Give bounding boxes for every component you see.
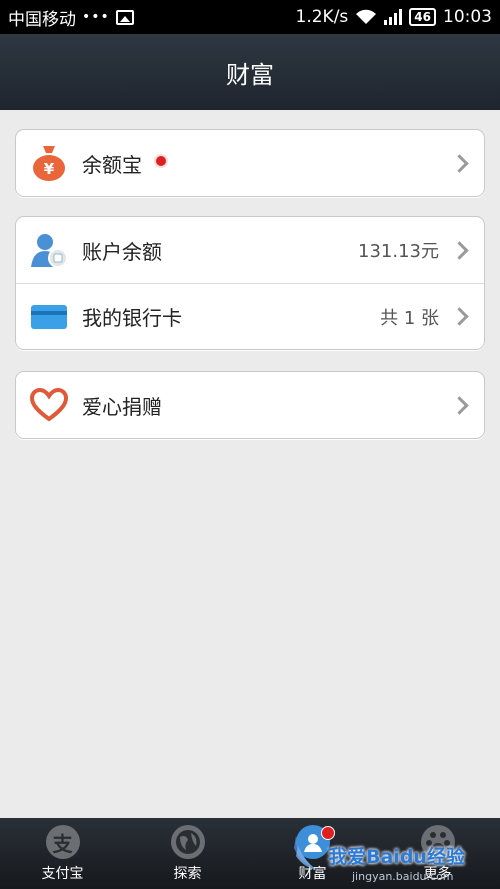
svg-text:¥: ¥: [44, 160, 55, 178]
bank-card-label: 我的银行卡: [82, 306, 182, 330]
battery-icon: 46: [409, 8, 436, 26]
wifi-icon: [356, 9, 377, 24]
cell-signal-icon: [384, 9, 403, 25]
tab-wealth[interactable]: 财富: [250, 818, 375, 889]
tab-label: 财富: [298, 866, 327, 882]
account-balance-value: 131.13元: [358, 241, 439, 262]
tab-label: 探索: [173, 866, 202, 882]
yuebao-label: 余额宝: [82, 152, 142, 177]
yuebao-card: ¥ 余额宝: [15, 129, 485, 197]
chevron-right-icon: [450, 153, 469, 173]
bank-card-row[interactable]: 我的银行卡 共 1 张: [16, 283, 484, 349]
chevron-right-icon: [450, 395, 469, 415]
tab-label: 支付宝: [41, 866, 84, 882]
notification-badge: [320, 826, 335, 840]
donation-card: 爱心捐赠: [15, 371, 485, 439]
more-icon: [420, 825, 455, 859]
account-card: 账户余额 131.13元 我的银行卡 共 1 张: [15, 216, 485, 350]
chevron-right-icon: [450, 240, 469, 260]
new-indicator-dot: [156, 156, 166, 166]
bottom-tab-bar: 支 支付宝 探索 财富 更多: [0, 818, 500, 889]
image-notification-icon: [115, 9, 134, 25]
heart-icon: [30, 386, 68, 424]
tab-alipay[interactable]: 支 支付宝: [0, 818, 125, 889]
bank-card-count: 共 1 张: [380, 307, 439, 329]
network-speed: 1.2K/s: [295, 7, 349, 27]
bank-card-icon: [30, 298, 68, 336]
account-balance-row[interactable]: 账户余额 131.13元: [16, 217, 484, 283]
donation-label: 爱心捐赠: [82, 394, 162, 419]
donation-row[interactable]: 爱心捐赠: [16, 372, 484, 438]
tab-more[interactable]: 更多: [375, 818, 500, 889]
tab-label: 更多: [423, 866, 452, 882]
carrier-name: 中国移动: [8, 9, 76, 30]
yuebao-row[interactable]: ¥ 余额宝: [16, 130, 484, 196]
status-bar: 中国移动 ••• 1.2K/s 46 10:03: [0, 0, 500, 34]
chevron-right-icon: [450, 307, 469, 326]
money-bag-icon: ¥: [30, 144, 68, 182]
globe-icon: [170, 825, 205, 859]
page-title: 财富: [226, 60, 274, 89]
title-bar: 财富: [0, 34, 500, 110]
tab-explore[interactable]: 探索: [125, 818, 250, 889]
signal-dots: •••: [82, 9, 110, 25]
account-user-icon: [30, 231, 68, 269]
account-balance-label: 账户余额: [82, 239, 162, 264]
clock: 10:03: [443, 7, 492, 27]
alipay-icon: 支: [45, 825, 80, 859]
